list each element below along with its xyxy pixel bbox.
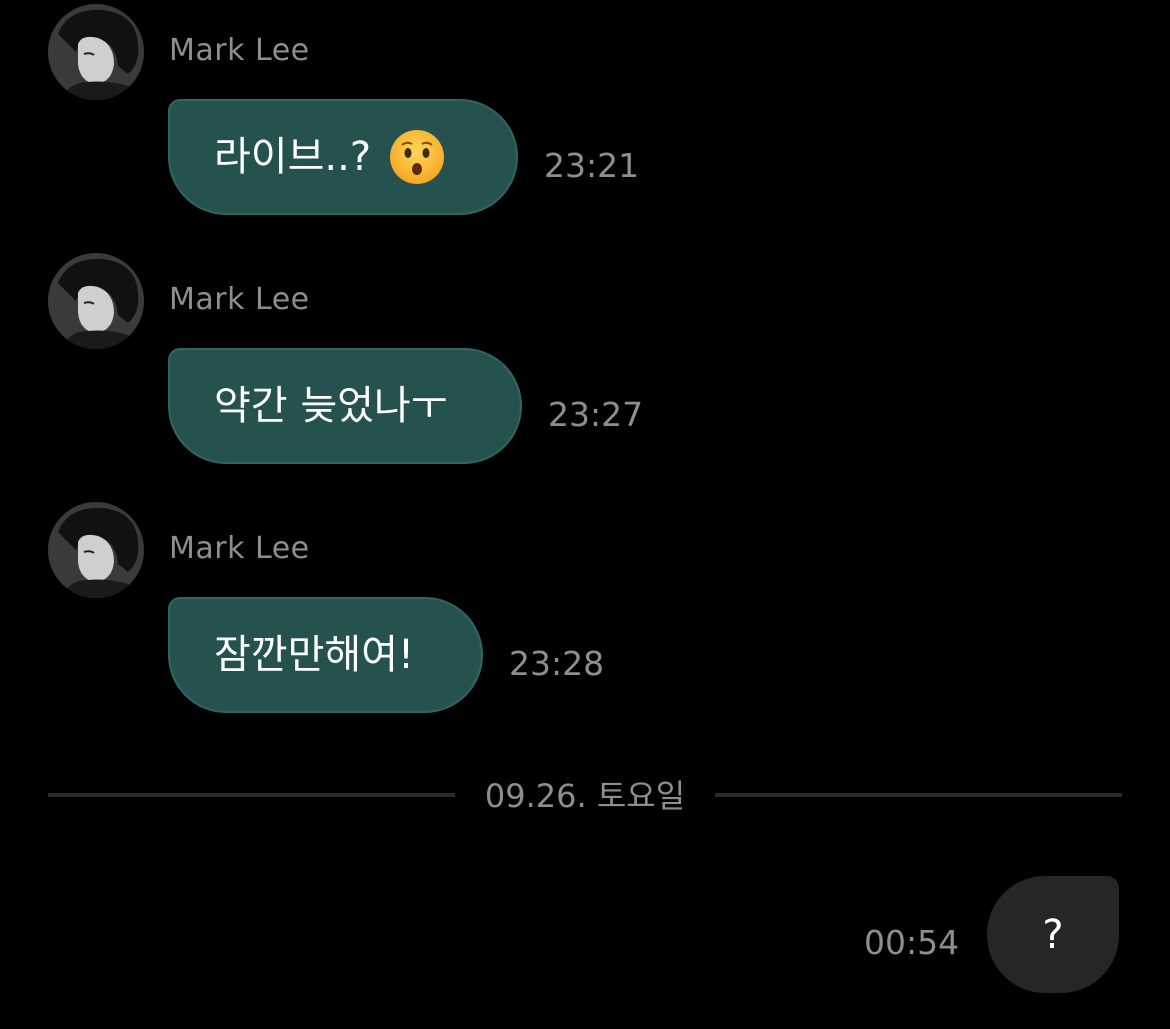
profile-photo: [48, 253, 144, 349]
message-text: ?: [1042, 911, 1064, 958]
avatar[interactable]: [48, 253, 144, 349]
message-text: 약간 늦었나ㅜ: [214, 383, 448, 429]
sender-name: Mark Lee: [169, 33, 310, 68]
message-text: 라이브..?: [214, 134, 372, 180]
message-timestamp: 23:21: [544, 146, 640, 185]
date-text: 09.26. 토요일: [478, 777, 692, 815]
message-timestamp: 00:54: [864, 923, 960, 962]
hushed-face-icon: [389, 129, 445, 185]
avatar[interactable]: [48, 502, 144, 598]
message-timestamp: 23:27: [548, 395, 644, 434]
profile-photo: [48, 502, 144, 598]
message-bubble[interactable]: 라이브..?: [168, 99, 518, 215]
profile-photo: [48, 4, 144, 100]
avatar[interactable]: [48, 4, 144, 100]
message-bubble[interactable]: 잠깐만해여!: [168, 597, 483, 713]
message-text: 잠깐만해여!: [214, 632, 415, 678]
my-message-bubble[interactable]: ?: [987, 876, 1119, 993]
message-timestamp: 23:28: [509, 644, 605, 683]
message-bubble[interactable]: 약간 늦었나ㅜ: [168, 348, 522, 464]
divider-line-right: [715, 793, 1122, 797]
sender-name: Mark Lee: [169, 282, 310, 317]
divider-line-left: [48, 793, 455, 797]
sender-name: Mark Lee: [169, 531, 310, 566]
